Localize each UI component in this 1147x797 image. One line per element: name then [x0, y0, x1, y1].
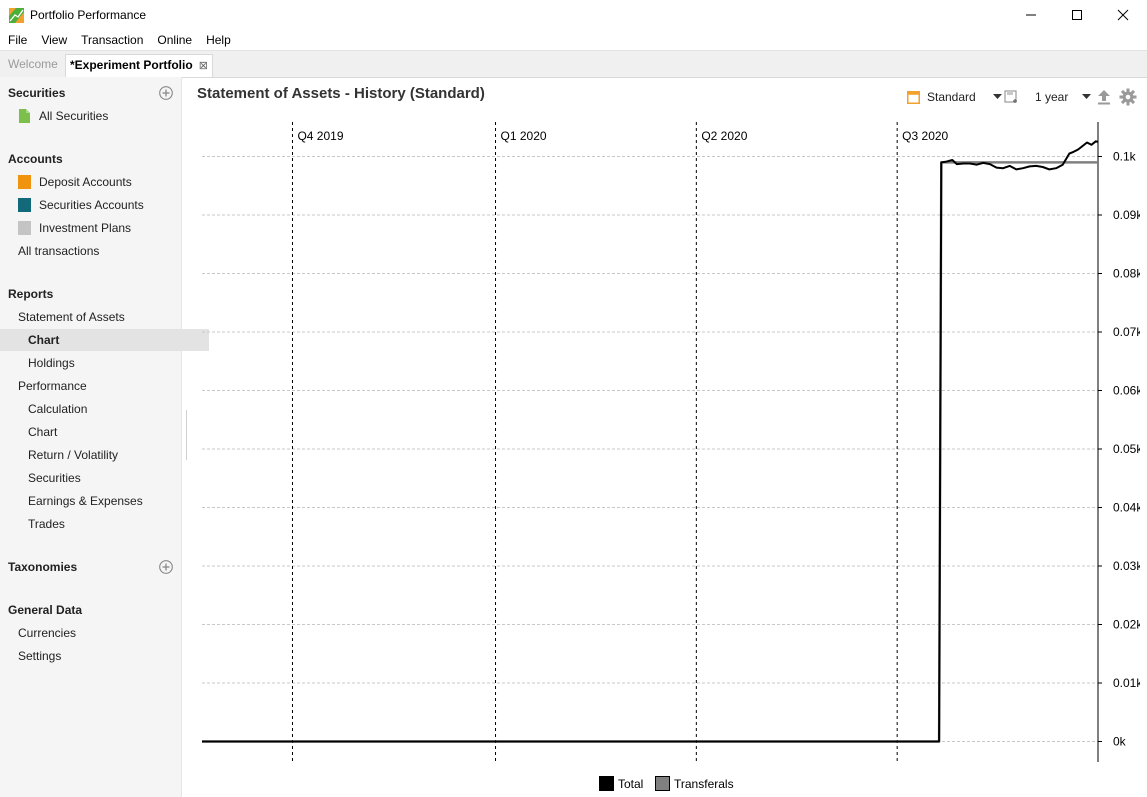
- save-as-icon: [1004, 90, 1017, 103]
- maximize-button[interactable]: [1054, 0, 1100, 30]
- sidebar-item-deposit-accounts[interactable]: Deposit Accounts: [0, 171, 199, 193]
- sidebar-item-earnings-expenses[interactable]: Earnings & Expenses: [0, 490, 209, 512]
- sidebar-item-currencies[interactable]: Currencies: [0, 622, 199, 644]
- add-security-icon[interactable]: [159, 86, 173, 100]
- y-tick-label: 0.05k: [1113, 442, 1140, 456]
- y-tick-label: 0.06k: [1113, 384, 1140, 398]
- series-total-line: [202, 140, 1099, 743]
- document-icon: [19, 109, 30, 123]
- navigation-sidebar: Securities All Securities Accounts Depos…: [0, 77, 209, 797]
- sidebar-item-label: Securities Accounts: [39, 198, 144, 212]
- chart-config-label: Standard: [927, 90, 976, 104]
- period-dropdown[interactable]: 1 year: [1035, 88, 1092, 106]
- sidebar-heading-reports: Reports: [8, 287, 54, 301]
- sidebar-item-all-securities[interactable]: All Securities: [0, 105, 199, 127]
- tab-experiment-portfolio[interactable]: *Experiment Portfolio ⊠: [65, 54, 213, 77]
- menu-online[interactable]: Online: [149, 30, 198, 50]
- sidebar-item-performance[interactable]: Performance: [0, 375, 199, 397]
- x-tick-label: Q2 2020: [701, 129, 747, 143]
- y-tick-label: 0.03k: [1113, 559, 1140, 573]
- gear-icon: [1119, 88, 1137, 106]
- maximize-icon: [1072, 10, 1082, 20]
- sidebar-item-holdings[interactable]: Holdings: [0, 352, 209, 374]
- x-tick-label: Q1 2020: [501, 129, 547, 143]
- legend-total[interactable]: Total: [599, 775, 643, 792]
- menu-view[interactable]: View: [33, 30, 73, 50]
- settings-button[interactable]: [1119, 88, 1137, 106]
- legend-transferals[interactable]: Transferals: [655, 775, 734, 792]
- sidebar-heading-general-data: General Data: [8, 603, 83, 617]
- sidebar-item-label: All Securities: [39, 109, 109, 123]
- calendar-icon: [907, 90, 920, 104]
- export-button[interactable]: [1097, 88, 1111, 106]
- tab-welcome[interactable]: Welcome: [8, 54, 58, 76]
- legend-swatch-total: [599, 776, 614, 791]
- sidebar-item-statement-of-assets[interactable]: Statement of Assets: [0, 306, 199, 328]
- sidebar-item-calculation[interactable]: Calculation: [0, 398, 209, 420]
- sidebar-item-performance-securities[interactable]: Securities: [0, 467, 209, 489]
- sidebar-item-securities-accounts[interactable]: Securities Accounts: [0, 194, 199, 216]
- sidebar-item-return-volatility[interactable]: Return / Volatility: [0, 444, 209, 466]
- y-tick-label: 0.02k: [1113, 618, 1140, 632]
- y-tick-label: 0k: [1113, 735, 1127, 749]
- tab-close-icon[interactable]: ⊠: [199, 60, 208, 72]
- sidebar-item-performance-chart[interactable]: Chart: [0, 421, 209, 443]
- legend-label-total: Total: [618, 776, 644, 791]
- chevron-down-icon: [992, 94, 1002, 99]
- app-logo-icon: [9, 8, 24, 23]
- y-tick-label: 0.07k: [1113, 325, 1140, 339]
- save-config-button[interactable]: [1004, 88, 1018, 106]
- legend-swatch-transferals: [655, 776, 670, 791]
- period-label: 1 year: [1035, 90, 1069, 104]
- sidebar-heading-accounts: Accounts: [8, 152, 63, 166]
- x-tick-label: Q4 2019: [297, 129, 343, 143]
- sidebar-item-all-transactions[interactable]: All transactions: [0, 240, 199, 262]
- minimize-icon: [1026, 14, 1036, 16]
- sidebar-item-statement-chart[interactable]: Chart: [0, 329, 209, 351]
- legend-label-transferals: Transferals: [674, 776, 734, 791]
- sidebar-item-label: Deposit Accounts: [39, 175, 132, 189]
- menu-help[interactable]: Help: [198, 30, 237, 50]
- securities-account-icon: [18, 198, 31, 212]
- x-tick-label: Q3 2020: [902, 129, 948, 143]
- investment-plan-icon: [18, 221, 31, 235]
- sidebar-item-label: Investment Plans: [39, 221, 132, 235]
- tab-bar: Welcome *Experiment Portfolio ⊠: [0, 50, 1147, 78]
- chart-config-dropdown[interactable]: Standard: [907, 88, 1002, 106]
- menu-file[interactable]: File: [0, 30, 33, 50]
- menu-bar: File View Transaction Online Help: [0, 30, 1147, 50]
- chevron-down-icon: [1082, 94, 1092, 99]
- sidebar-item-settings[interactable]: Settings: [0, 645, 199, 667]
- tab-label: *Experiment Portfolio: [70, 58, 193, 72]
- title-bar: Portfolio Performance: [0, 0, 1147, 30]
- assets-history-chart: 0k 0.01k 0.02k 0.03k 0.04k 0.05k 0.06k 0.07k 0.0…: [202, 122, 1140, 762]
- series-transferals-line: [202, 161, 1098, 743]
- close-icon: [1117, 9, 1129, 21]
- sidebar-item-trades[interactable]: Trades: [0, 513, 209, 535]
- add-taxonomy-icon[interactable]: [159, 560, 173, 574]
- sidebar-splitter-handle[interactable]: [186, 410, 187, 460]
- y-tick-label: 0.09k: [1113, 208, 1140, 222]
- window-title: Portfolio Performance: [30, 8, 147, 22]
- sidebar-item-investment-plans[interactable]: Investment Plans: [0, 217, 199, 239]
- y-tick-label: 0.08k: [1113, 267, 1140, 281]
- report-title: Statement of Assets - History (Standard): [197, 85, 485, 102]
- export-icon: [1098, 90, 1110, 105]
- minimize-button[interactable]: [1008, 0, 1054, 30]
- y-tick-label: 0.1k: [1113, 150, 1137, 164]
- close-button[interactable]: [1100, 0, 1146, 30]
- y-tick-label: 0.01k: [1113, 676, 1140, 690]
- deposit-account-icon: [18, 175, 31, 189]
- menu-transaction[interactable]: Transaction: [73, 30, 149, 50]
- y-tick-label: 0.04k: [1113, 501, 1140, 515]
